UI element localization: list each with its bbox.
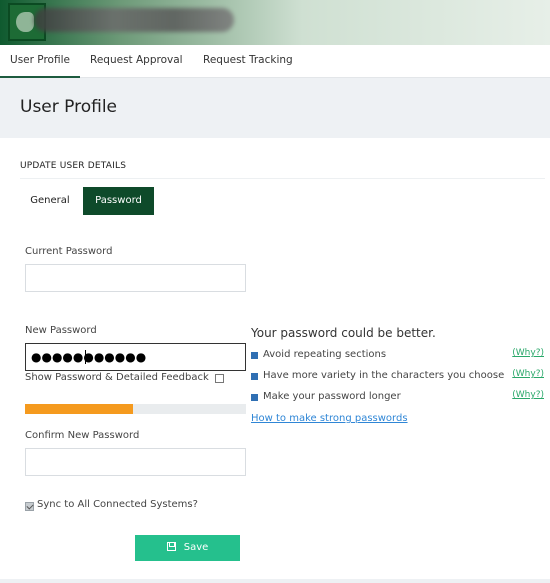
tab-request-approval[interactable]: Request Approval xyxy=(90,45,183,78)
password-feedback-title: Your password could be better. xyxy=(251,326,436,340)
current-password-label: Current Password xyxy=(25,246,113,257)
current-password-input[interactable] xyxy=(25,264,246,292)
section-title: UPDATE USER DETAILS xyxy=(20,161,127,171)
subtab-password[interactable]: Password xyxy=(83,187,154,215)
why-link[interactable]: (Why?) xyxy=(512,369,544,379)
subtab-general[interactable]: General xyxy=(20,187,80,215)
new-password-label: New Password xyxy=(25,325,97,336)
floppy-disk-icon xyxy=(166,542,176,551)
confirm-password-input[interactable] xyxy=(25,448,246,476)
feedback-item: Make your password longer (Why?) xyxy=(251,390,547,405)
save-button[interactable]: Save xyxy=(135,535,240,561)
why-link[interactable]: (Why?) xyxy=(512,390,544,400)
why-link[interactable]: (Why?) xyxy=(512,348,544,358)
save-label: Save xyxy=(183,542,209,553)
bullet-square-icon xyxy=(251,352,258,359)
show-password-checkbox[interactable] xyxy=(215,374,224,383)
password-strength-fill xyxy=(25,404,134,414)
password-strength-meter xyxy=(25,404,246,414)
tab-request-tracking[interactable]: Request Tracking xyxy=(203,45,293,78)
feedback-item: Have more variety in the characters you … xyxy=(251,369,547,384)
tab-user-profile[interactable]: User Profile xyxy=(0,45,80,78)
strong-passwords-link[interactable]: How to make strong passwords xyxy=(251,413,408,424)
feedback-text: Have more variety in the characters you … xyxy=(263,370,505,381)
feedback-text: Avoid repeating sections xyxy=(263,349,387,360)
update-details-card: UPDATE USER DETAILS General Password Cur… xyxy=(0,138,550,579)
new-password-input[interactable] xyxy=(25,343,246,371)
text-caret xyxy=(85,350,86,364)
section-divider xyxy=(20,178,545,179)
sync-systems-checkbox[interactable] xyxy=(25,502,34,511)
feedback-text: Make your password longer xyxy=(263,391,401,402)
top-bar xyxy=(0,0,550,45)
show-password-label: Show Password & Detailed Feedback xyxy=(25,372,209,383)
confirm-password-label: Confirm New Password xyxy=(25,430,140,441)
logo-mark xyxy=(16,12,34,32)
bullet-square-icon xyxy=(251,373,258,380)
sync-systems-label: Sync to All Connected Systems? xyxy=(37,499,198,510)
bullet-square-icon xyxy=(251,394,258,401)
app-name-redacted xyxy=(34,8,234,32)
page-title: User Profile xyxy=(20,97,118,117)
main-tabs: User Profile Request Approval Request Tr… xyxy=(0,45,550,78)
feedback-item: Avoid repeating sections (Why?) xyxy=(251,348,547,363)
